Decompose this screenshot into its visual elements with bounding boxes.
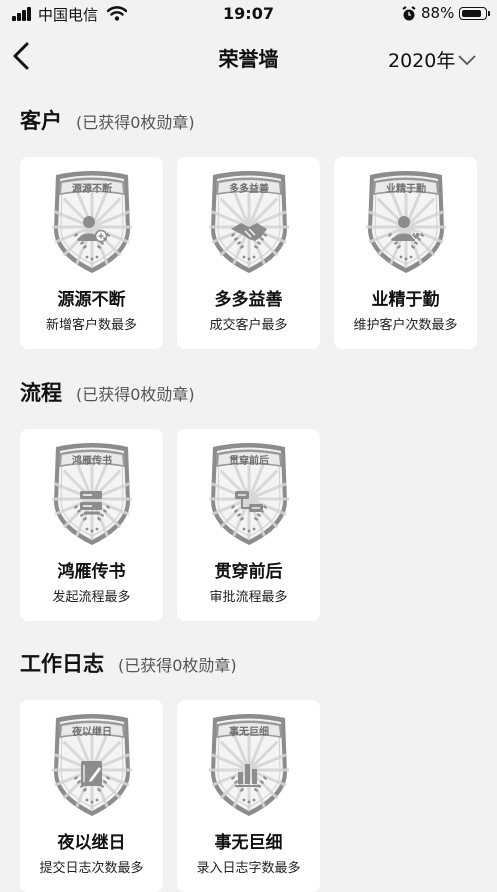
flow-send-icon: 鸿雁传书 (52, 443, 132, 545)
svg-text:贯穿前后: 贯穿前后 (229, 454, 269, 467)
section-count: (已获得0枚勋章) (118, 656, 237, 675)
badge-description: 提交日志次数最多 (39, 861, 144, 876)
badge-name: 夜以继日 (57, 833, 126, 853)
badge-card[interactable]: 业精于勤 业精于勤 维护客户次数最多 (334, 157, 477, 349)
badge-name: 鸿雁传书 (57, 562, 126, 582)
user-heart-icon: 业精于勤 (366, 171, 446, 273)
section-count: (已获得0枚勋章) (76, 385, 195, 404)
svg-text:源源不断: 源源不断 (72, 182, 112, 195)
svg-text:事无巨细: 事无巨细 (229, 725, 269, 738)
year-label: 2020年 (388, 50, 456, 72)
badge-name: 贯穿前后 (214, 562, 283, 582)
badge-description: 新增客户数最多 (45, 318, 137, 333)
badge-name: 事无巨细 (214, 833, 283, 853)
svg-text:多多益善: 多多益善 (229, 182, 269, 195)
badge-description: 维护客户次数最多 (353, 318, 458, 333)
handshake-icon: 多多益善 (209, 171, 289, 273)
flow-approve-icon: 贯穿前后 (209, 443, 289, 545)
section-header-customer: 客户 (已获得0枚勋章) (20, 105, 195, 135)
badge-description: 成交客户最多 (209, 318, 288, 333)
battery-fill (461, 9, 481, 17)
badge-card[interactable]: 事无巨细 事无巨细 录入日志字数最多 (177, 700, 320, 892)
chevron-down-icon (458, 54, 476, 65)
year-selector[interactable]: 2020年 (388, 46, 477, 73)
badge-name: 多多益善 (214, 290, 283, 310)
status-bar: 中国电信 19:07 88% (0, 0, 497, 30)
badge-card[interactable]: 鸿雁传书 鸿雁传书 发起流程最多 (20, 429, 163, 621)
badge-card[interactable]: 源源不断 源源不断 新增客户数最多 (20, 157, 163, 349)
badge-card[interactable]: 多多益善 多多益善 成交客户最多 (177, 157, 320, 349)
notebook-pen-icon: 夜以继日 (52, 714, 132, 816)
badge-description: 发起流程最多 (52, 590, 131, 605)
section-title: 客户 (20, 109, 62, 133)
bar-chart-icon: 事无巨细 (209, 714, 289, 816)
alarm-icon (402, 6, 416, 21)
svg-text:夜以继日: 夜以继日 (71, 725, 112, 738)
badge-card[interactable]: 贯穿前后 贯穿前后 审批流程最多 (177, 429, 320, 621)
badge-description: 录入日志字数最多 (196, 861, 301, 876)
section-title: 流程 (20, 381, 62, 405)
section-count: (已获得0枚勋章) (76, 113, 195, 132)
svg-text:鸿雁传书: 鸿雁传书 (72, 454, 112, 467)
badge-name: 源源不断 (57, 290, 126, 310)
add-user-icon: 源源不断 (52, 171, 132, 273)
battery-nub (488, 11, 490, 16)
section-header-process: 流程 (已获得0枚勋章) (20, 377, 195, 407)
svg-text:业精于勤: 业精于勤 (386, 182, 426, 195)
section-title: 工作日志 (20, 652, 104, 676)
badge-description: 审批流程最多 (209, 590, 288, 605)
battery-icon (459, 7, 487, 20)
badge-card[interactable]: 夜以继日 夜以继日 提交日志次数最多 (20, 700, 163, 892)
section-header-worklog: 工作日志 (已获得0枚勋章) (20, 648, 237, 678)
badge-name: 业精于勤 (371, 290, 440, 310)
battery-percent: 88% (421, 4, 455, 22)
